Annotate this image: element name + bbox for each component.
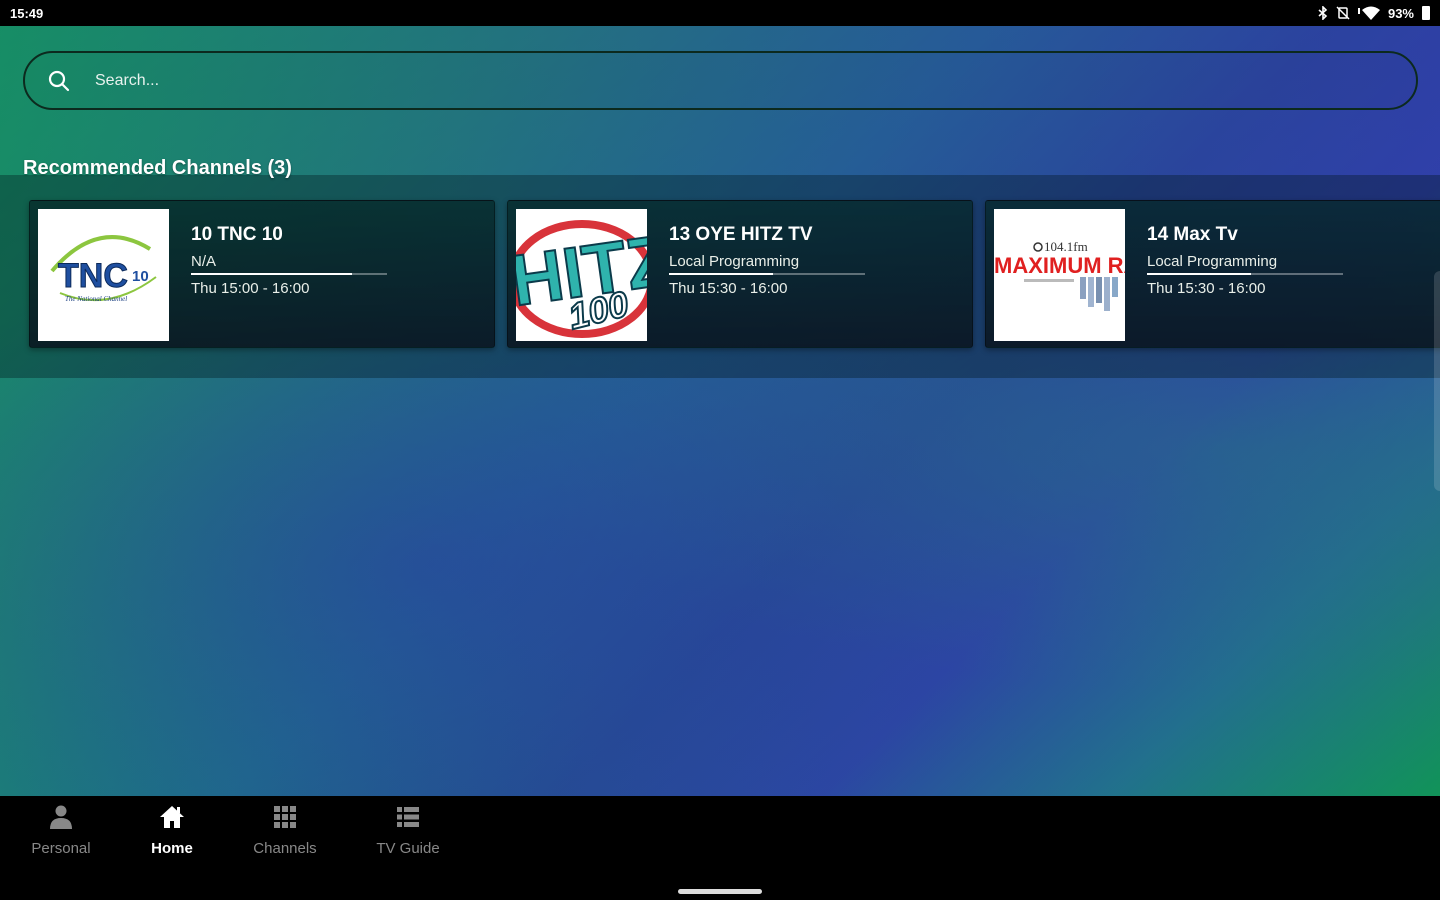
nav-item-personal[interactable]: Personal bbox=[22, 804, 100, 864]
search-icon[interactable] bbox=[47, 69, 71, 93]
battery-icon bbox=[1422, 6, 1430, 20]
home-indicator[interactable] bbox=[678, 889, 762, 894]
status-icons: 93% bbox=[1318, 6, 1430, 21]
search-input[interactable] bbox=[95, 71, 1295, 90]
program-time: Thu 15:30 - 16:00 bbox=[669, 280, 788, 297]
channel-logo: 104.1fm MAXIMUM RA bbox=[994, 209, 1125, 341]
program-time: Thu 15:30 - 16:00 bbox=[1147, 280, 1266, 297]
program-progress bbox=[1147, 273, 1343, 275]
channel-card[interactable]: HITZ 100 13 OYE HITZ TV Local Programmin… bbox=[507, 200, 973, 348]
channel-title: 14 Max Tv bbox=[1147, 224, 1238, 245]
home-screen: Recommended Channels (3) TNC 10 The Nati… bbox=[0, 26, 1440, 796]
nav-label-channels: Channels bbox=[253, 840, 317, 857]
channel-title: 10 TNC 10 bbox=[191, 224, 283, 245]
program-name: N/A bbox=[191, 253, 217, 270]
program-time: Thu 15:00 - 16:00 bbox=[191, 280, 310, 297]
channel-logo: HITZ 100 bbox=[516, 209, 647, 341]
status-time: 15:49 bbox=[10, 5, 44, 21]
status-bar: 15:49 93% bbox=[0, 0, 1440, 26]
progress-fill bbox=[1147, 273, 1251, 275]
tnc-logo-tagline: The National Channel bbox=[65, 295, 127, 303]
program-name: Local Programming bbox=[1147, 253, 1278, 270]
program-progress bbox=[191, 273, 387, 275]
channel-card[interactable]: TNC 10 The National Channel 10 TNC 10 N/… bbox=[29, 200, 495, 348]
bottom-navigation: Personal Home Channels TV Guide bbox=[0, 796, 1440, 900]
channel-card[interactable]: 104.1fm MAXIMUM RA 14 Max Tv Local Progr… bbox=[985, 200, 1440, 348]
edge-panel-handle[interactable] bbox=[1434, 271, 1440, 491]
section-title: Recommended Channels (3) bbox=[23, 157, 292, 179]
maximum-logo: 104.1fm MAXIMUM RA bbox=[994, 209, 1125, 341]
svg-text:10: 10 bbox=[132, 268, 149, 285]
progress-fill bbox=[191, 273, 352, 275]
mute-icon bbox=[1336, 6, 1350, 20]
recommended-section: Recommended Channels (3) TNC 10 The Nati… bbox=[0, 140, 1440, 378]
tnc-logo-text: TNC bbox=[58, 257, 128, 295]
wifi-icon bbox=[1357, 6, 1380, 20]
progress-fill bbox=[669, 273, 773, 275]
program-name: Local Programming bbox=[669, 253, 800, 270]
battery-percent: 93% bbox=[1387, 5, 1414, 21]
channel-title: 13 OYE HITZ TV bbox=[669, 224, 813, 245]
person-icon bbox=[50, 805, 72, 829]
nav-label-tv-guide: TV Guide bbox=[376, 840, 440, 857]
program-progress bbox=[669, 273, 865, 275]
home-icon bbox=[160, 806, 184, 828]
nav-label-personal: Personal bbox=[31, 840, 91, 857]
maximum-logo-freq: 104.1fm bbox=[1044, 239, 1088, 254]
nav-item-home[interactable]: Home bbox=[140, 804, 204, 864]
tnc-logo: TNC 10 The National Channel bbox=[38, 209, 169, 341]
maximum-logo-text: MAXIMUM RA bbox=[994, 253, 1125, 278]
hitz-logo: HITZ 100 bbox=[516, 209, 647, 341]
nav-item-channels[interactable]: Channels bbox=[244, 804, 326, 864]
bluetooth-icon bbox=[1318, 6, 1328, 20]
search-bar[interactable] bbox=[23, 51, 1418, 110]
nav-item-tv-guide[interactable]: TV Guide bbox=[366, 804, 450, 864]
grid-icon bbox=[274, 806, 296, 828]
channel-logo: TNC 10 The National Channel bbox=[38, 209, 169, 341]
nav-label-home: Home bbox=[151, 840, 193, 857]
list-icon bbox=[397, 807, 419, 827]
